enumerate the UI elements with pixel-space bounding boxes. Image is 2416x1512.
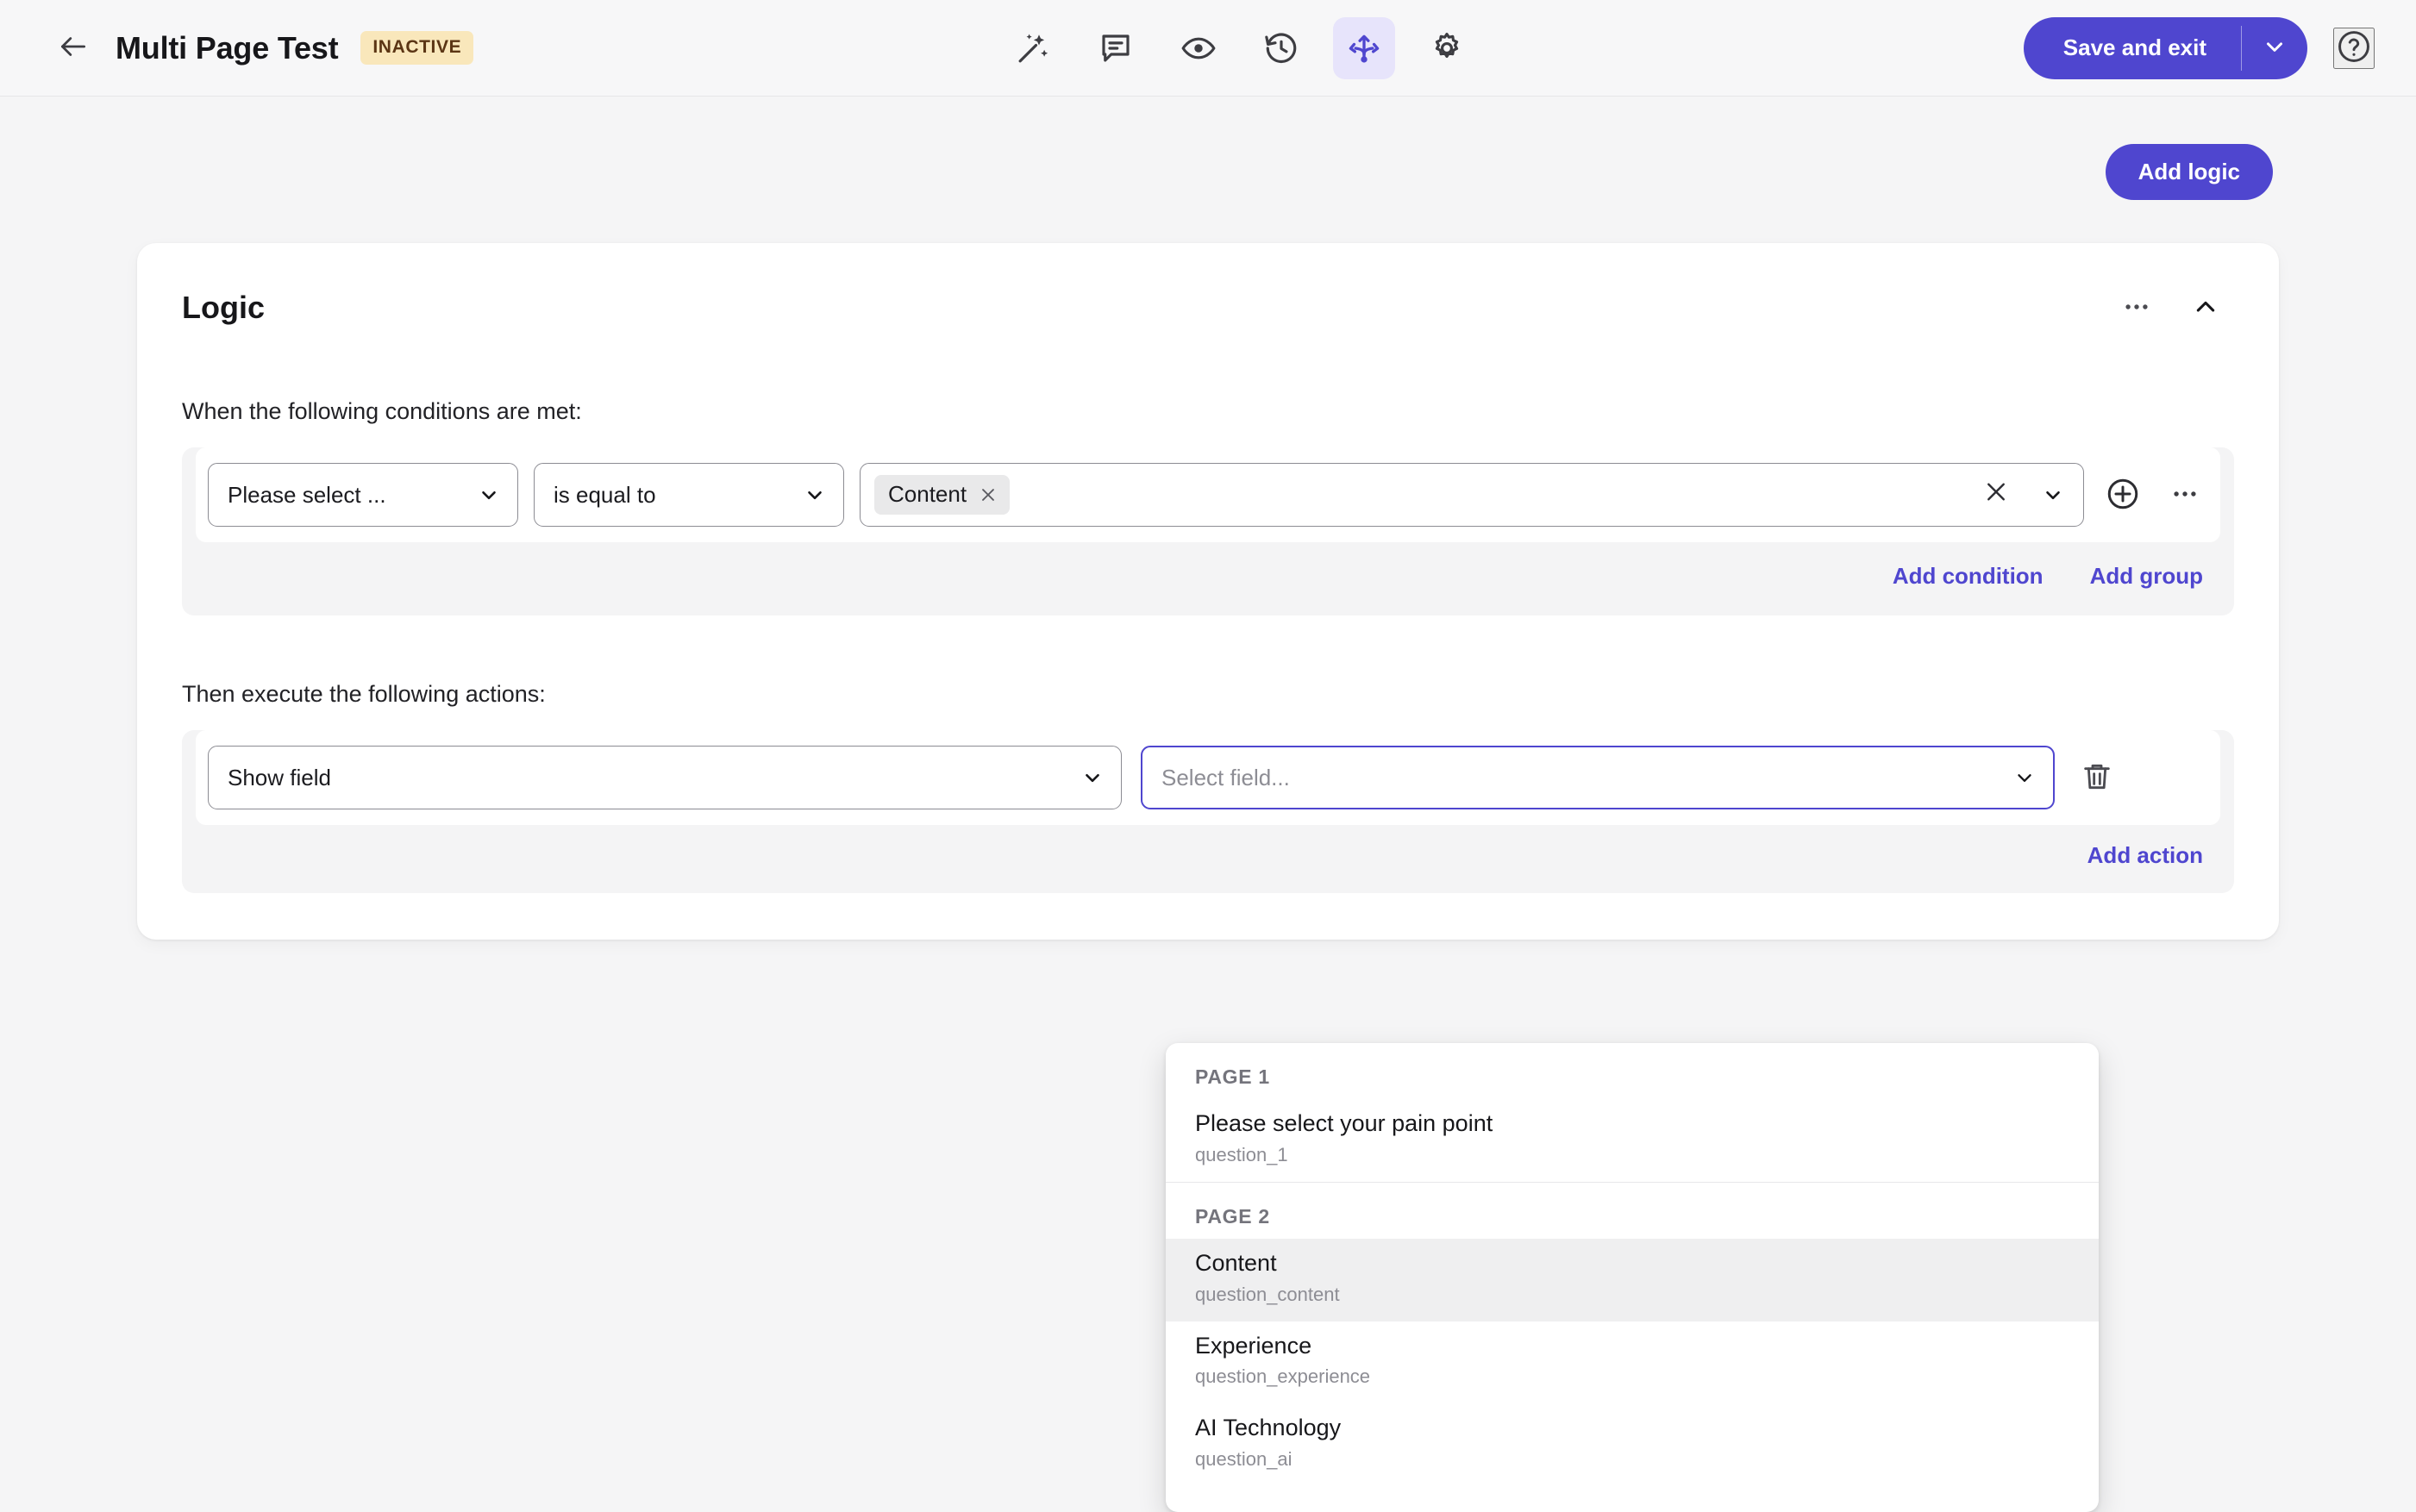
- action-target-select[interactable]: Select field...: [1141, 746, 2055, 809]
- plus-circle-icon: [2105, 476, 2141, 515]
- condition-group: Please select ... is equal to Content Ad…: [182, 447, 2234, 615]
- conditions-label: When the following conditions are met:: [182, 398, 582, 424]
- clear-values-button[interactable]: [1983, 479, 2009, 511]
- condition-operator-value: is equal to: [554, 481, 656, 508]
- question-circle-icon: [2336, 28, 2372, 67]
- help-button[interactable]: [2333, 27, 2375, 69]
- magic-wand-icon: [1015, 30, 1051, 66]
- chevron-up-icon: [2192, 293, 2219, 323]
- add-group-link[interactable]: Add group: [2090, 563, 2203, 590]
- logic-card-collapse-button[interactable]: [2184, 286, 2227, 329]
- editor-tool-tabs: [1002, 16, 1478, 79]
- delete-action-button[interactable]: [2074, 754, 2120, 801]
- logic-card: Logic When the following conditions are …: [137, 243, 2279, 940]
- condition-row: Please select ... is equal to Content: [196, 447, 2220, 542]
- chevron-down-icon: [2013, 766, 2036, 789]
- dropdown-item[interactable]: Please select your pain point question_1: [1166, 1099, 2099, 1182]
- chevron-down-icon: [804, 484, 826, 506]
- ellipsis-icon: [2122, 292, 2151, 324]
- chevron-down-icon[interactable]: [2042, 484, 2064, 506]
- add-logic-row: Add logic: [2105, 144, 2273, 200]
- action-group-links: Add action: [182, 839, 2234, 893]
- dropdown-group: PAGE 2 Content question_content Experien…: [1166, 1181, 2099, 1512]
- logic-card-header: Logic: [182, 283, 2234, 333]
- dropdown-item[interactable]: Content question_content: [1166, 1238, 2099, 1321]
- tool-history[interactable]: [1250, 17, 1312, 79]
- main-area: Add logic Logic When the following condi…: [0, 97, 2416, 1512]
- logic-card-more-button[interactable]: [2115, 286, 2158, 329]
- actions-label: Then execute the following actions:: [182, 681, 546, 707]
- action-group: Show field Select field... Add action: [182, 730, 2234, 893]
- status-badge: INACTIVE: [360, 31, 474, 65]
- back-button[interactable]: [53, 28, 93, 68]
- dropdown-item-key: question_content: [1195, 1283, 1340, 1305]
- close-icon: [1983, 479, 2009, 511]
- dropdown-group: PAGE 1 Please select your pain point que…: [1166, 1043, 2099, 1182]
- condition-group-links: Add condition Add group: [182, 556, 2234, 615]
- condition-more-button[interactable]: [2162, 472, 2208, 518]
- add-action-link[interactable]: Add action: [2087, 842, 2203, 869]
- add-condition-inline-button[interactable]: [2100, 472, 2146, 518]
- topbar-left: Multi Page Test INACTIVE: [0, 28, 474, 68]
- logic-card-header-actions: [2115, 286, 2234, 329]
- dropdown-item[interactable]: Experience question_experience: [1166, 1321, 2099, 1404]
- dropdown-item[interactable]: AI Technology question_ai: [1166, 1403, 2099, 1486]
- dropdown-item-label: AI Technology: [1195, 1415, 1342, 1441]
- logic-branch-icon: [1346, 30, 1382, 66]
- trash-icon: [2080, 759, 2114, 797]
- tool-comments[interactable]: [1085, 17, 1147, 79]
- save-options-button[interactable]: [2242, 17, 2307, 79]
- action-type-value: Show field: [228, 764, 331, 790]
- add-logic-button[interactable]: Add logic: [2105, 144, 2273, 200]
- top-bar: Multi Page Test INACTIVE Save and exit: [0, 0, 2416, 97]
- add-condition-link[interactable]: Add condition: [1893, 563, 2044, 590]
- action-row: Show field Select field...: [196, 730, 2220, 825]
- dropdown-item-key: question_ai: [1195, 1448, 1292, 1470]
- field-select-dropdown: PAGE 1 Please select your pain point que…: [1166, 1043, 2099, 1512]
- dropdown-item-label: Please select your pain point: [1195, 1110, 1493, 1136]
- chevron-down-icon: [2262, 34, 2288, 62]
- gear-icon: [1429, 30, 1465, 66]
- history-icon: [1263, 30, 1299, 66]
- condition-value-chip: Content: [874, 475, 1011, 515]
- ellipsis-icon: [2170, 479, 2200, 511]
- dropdown-bottom-padding: [1166, 1486, 2099, 1512]
- eye-icon: [1180, 30, 1217, 66]
- dropdown-item-label: Experience: [1195, 1332, 1312, 1359]
- chevron-down-icon: [478, 484, 500, 506]
- dropdown-group-header: PAGE 2: [1195, 1204, 1270, 1228]
- tool-magic-wand[interactable]: [1002, 17, 1064, 79]
- comment-icon: [1098, 30, 1134, 66]
- topbar-right: Save and exit: [2023, 16, 2375, 79]
- save-and-exit-group: Save and exit: [2023, 16, 2307, 79]
- dropdown-group-header: PAGE 1: [1195, 1065, 1270, 1088]
- dropdown-item-key: question_1: [1195, 1143, 1288, 1165]
- tool-preview[interactable]: [1167, 17, 1230, 79]
- tool-logic[interactable]: [1333, 16, 1395, 79]
- condition-operator-select[interactable]: is equal to: [534, 463, 844, 527]
- dropdown-item-label: Content: [1195, 1249, 1277, 1276]
- chevron-down-icon: [1081, 766, 1104, 789]
- action-type-select[interactable]: Show field: [208, 746, 1122, 809]
- condition-field-select[interactable]: Please select ...: [208, 463, 518, 527]
- dropdown-item-key: question_experience: [1195, 1365, 1371, 1388]
- save-and-exit-button[interactable]: Save and exit: [2024, 17, 2241, 79]
- condition-value-chip-label: Content: [888, 481, 967, 507]
- action-target-placeholder: Select field...: [1161, 764, 1290, 790]
- logic-card-title: Logic: [182, 290, 265, 325]
- condition-field-value: Please select ...: [228, 481, 386, 508]
- close-icon[interactable]: [979, 485, 998, 504]
- tool-settings[interactable]: [1416, 17, 1478, 79]
- arrow-left-icon: [57, 30, 90, 66]
- condition-value-multiselect[interactable]: Content: [860, 463, 2084, 527]
- page-title: Multi Page Test: [116, 29, 339, 66]
